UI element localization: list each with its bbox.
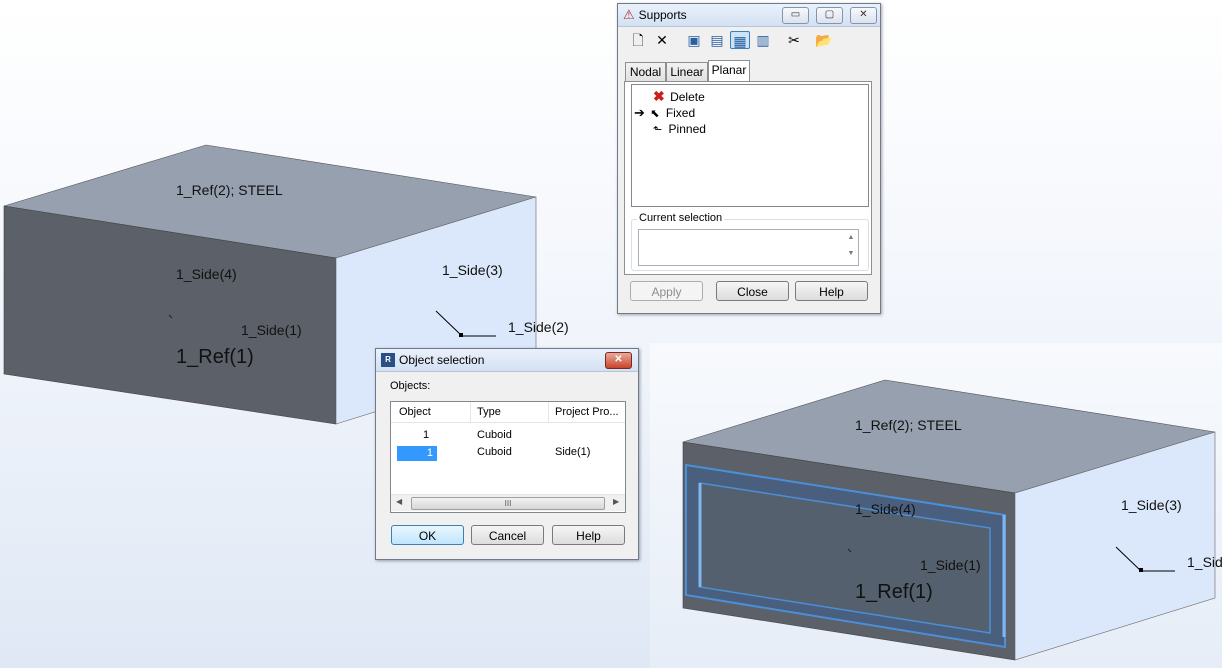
- label-ref1-right: 1_Ref(1): [855, 581, 933, 603]
- label-side2-right: 1_Sid: [1187, 554, 1222, 570]
- label-side4-right: 1_Side(4): [855, 501, 916, 517]
- pinned-support-icon: ⬑: [653, 124, 663, 136]
- objects-label: Objects:: [390, 380, 431, 392]
- table-row[interactable]: 1 Cuboid Side(1): [391, 446, 625, 462]
- object-selection-dialog: R Object selection ✕ Objects: Object Typ…: [375, 348, 639, 560]
- table-row[interactable]: 1 Cuboid: [391, 429, 625, 445]
- label-side3: 1_Side(3): [442, 262, 503, 278]
- supports-title: Supports: [638, 8, 687, 22]
- label-side3-right: 1_Side(3): [1121, 497, 1182, 513]
- apply-button[interactable]: Apply: [630, 281, 703, 301]
- open-folder-icon[interactable]: 📂: [814, 31, 834, 49]
- table-header: Object Type Project Pro...: [391, 402, 625, 423]
- list-item-pinned[interactable]: ⬑ Pinned: [653, 122, 706, 136]
- object-selection-title: Object selection: [399, 353, 485, 367]
- supports-dialog: ⚠ Supports ▭ ▢ ✕ 🗋 ✕ ▣ ▤ ▦ ▥ ✂ 📂 Nodal L…: [617, 3, 881, 314]
- supports-titlebar[interactable]: ⚠ Supports ▭ ▢ ✕: [618, 4, 880, 27]
- list-item-delete[interactable]: ✖ Delete: [653, 88, 705, 105]
- current-selection-input[interactable]: [638, 229, 859, 266]
- delete-icon[interactable]: ✕: [652, 31, 672, 49]
- cancel-button[interactable]: Cancel: [471, 525, 544, 545]
- panel-view-icon[interactable]: ▤: [707, 31, 727, 49]
- label-ref1: 1_Ref(1): [176, 346, 254, 368]
- help-button[interactable]: Help: [795, 281, 868, 301]
- new-icon[interactable]: 🗋: [628, 31, 648, 49]
- window-view-icon[interactable]: ▣: [684, 31, 704, 49]
- maximize-button[interactable]: ▢: [816, 7, 843, 24]
- label-ref2: 1_Ref(2); STEEL: [176, 182, 283, 198]
- objects-table[interactable]: Object Type Project Pro... 1 Cuboid 1 Cu…: [390, 401, 626, 513]
- close-button[interactable]: Close: [716, 281, 789, 301]
- label-side1-right: 1_Side(1): [920, 557, 981, 573]
- fixed-support-icon: ⬉: [650, 108, 660, 120]
- robot-app-icon: R: [381, 353, 395, 367]
- label-side4: 1_Side(4): [176, 266, 237, 282]
- delete-x-icon: ✖: [653, 88, 665, 104]
- tab-planar[interactable]: Planar: [708, 60, 750, 82]
- table-view-icon[interactable]: ▥: [753, 31, 773, 49]
- close-window-button[interactable]: ✕: [850, 7, 877, 24]
- supports-app-icon: ⚠: [623, 7, 635, 22]
- viewport-right[interactable]: 1_Ref(2); STEEL 1_Side(4) 1_Side(3) 1_Si…: [650, 343, 1222, 668]
- col-object[interactable]: Object: [399, 406, 431, 418]
- current-selection-label: Current selection: [637, 212, 725, 224]
- ok-button[interactable]: OK: [391, 525, 464, 545]
- list-item-fixed[interactable]: ➔ ⬉ Fixed: [634, 105, 695, 121]
- minimize-button[interactable]: ▭: [782, 7, 809, 24]
- col-type[interactable]: Type: [477, 406, 501, 418]
- support-type-list[interactable]: ✖ Delete ➔ ⬉ Fixed ⬑ Pinned: [631, 84, 869, 207]
- tab-linear[interactable]: Linear: [666, 62, 708, 81]
- horizontal-scrollbar[interactable]: ◀ III ▶: [391, 494, 625, 511]
- label-side2: 1_Side(2): [508, 319, 569, 335]
- cut-icon[interactable]: ✂: [784, 31, 804, 49]
- selection-arrow-icon: ➔: [634, 105, 645, 120]
- tab-nodal[interactable]: Nodal: [625, 62, 666, 81]
- icon-view-icon[interactable]: ▦: [730, 31, 750, 49]
- object-selection-titlebar[interactable]: R Object selection ✕: [376, 349, 638, 372]
- label-side1: 1_Side(1): [241, 322, 302, 338]
- label-ref2-right: 1_Ref(2); STEEL: [855, 417, 962, 433]
- close-dialog-button[interactable]: ✕: [605, 352, 632, 369]
- scroll-thumb[interactable]: III: [411, 497, 605, 510]
- col-project[interactable]: Project Pro...: [555, 406, 619, 418]
- scroll-right-icon[interactable]: ▶: [613, 497, 619, 506]
- scroll-left-icon[interactable]: ◀: [396, 497, 402, 506]
- selection-scrollbar[interactable]: ▲ ▼: [845, 230, 857, 263]
- viewport-left[interactable]: 1_Ref(2); STEEL 1_Side(4) 1_Side(3) 1_Si…: [0, 0, 650, 668]
- object-help-button[interactable]: Help: [552, 525, 625, 545]
